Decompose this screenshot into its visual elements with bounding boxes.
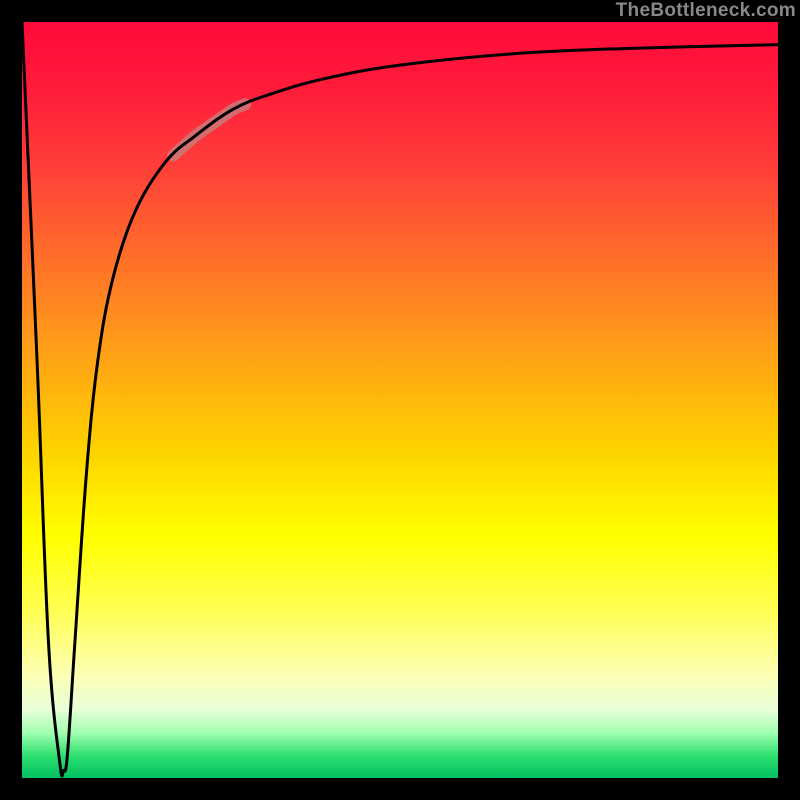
data-curve: [22, 22, 778, 776]
curve-svg: [22, 22, 778, 778]
chart-frame: TheBottleneck.com: [0, 0, 800, 800]
plot-area: [22, 22, 778, 778]
highlight-segment: [173, 104, 245, 155]
watermark-label: TheBottleneck.com: [616, 0, 796, 22]
